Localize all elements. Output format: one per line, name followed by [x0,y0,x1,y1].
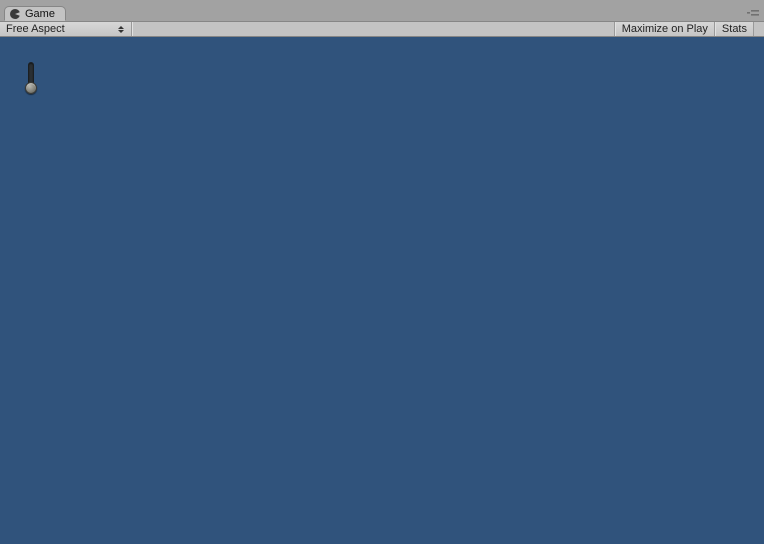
tab-game-label: Game [25,7,55,21]
tab-game[interactable]: Game [4,6,66,21]
stats-toggle[interactable]: Stats [715,22,754,36]
maximize-on-play-toggle[interactable]: Maximize on Play [615,22,715,36]
aspect-dropdown[interactable]: Free Aspect [0,22,132,36]
slider-thumb[interactable] [25,82,37,94]
aspect-dropdown-label: Free Aspect [6,23,65,35]
game-viewport[interactable] [0,37,764,544]
vertical-slider[interactable] [25,62,37,94]
tab-options-icon[interactable] [746,7,760,19]
dropdown-chevrons-icon [117,23,125,35]
game-toolbar: Free Aspect Maximize on Play Stats [0,21,764,37]
stats-label: Stats [722,23,747,35]
toolbar-spacer [132,22,615,36]
tab-row: Game [0,5,764,21]
toolbar-end-gap [754,22,764,36]
maximize-on-play-label: Maximize on Play [622,23,708,35]
pacman-icon [9,8,21,20]
